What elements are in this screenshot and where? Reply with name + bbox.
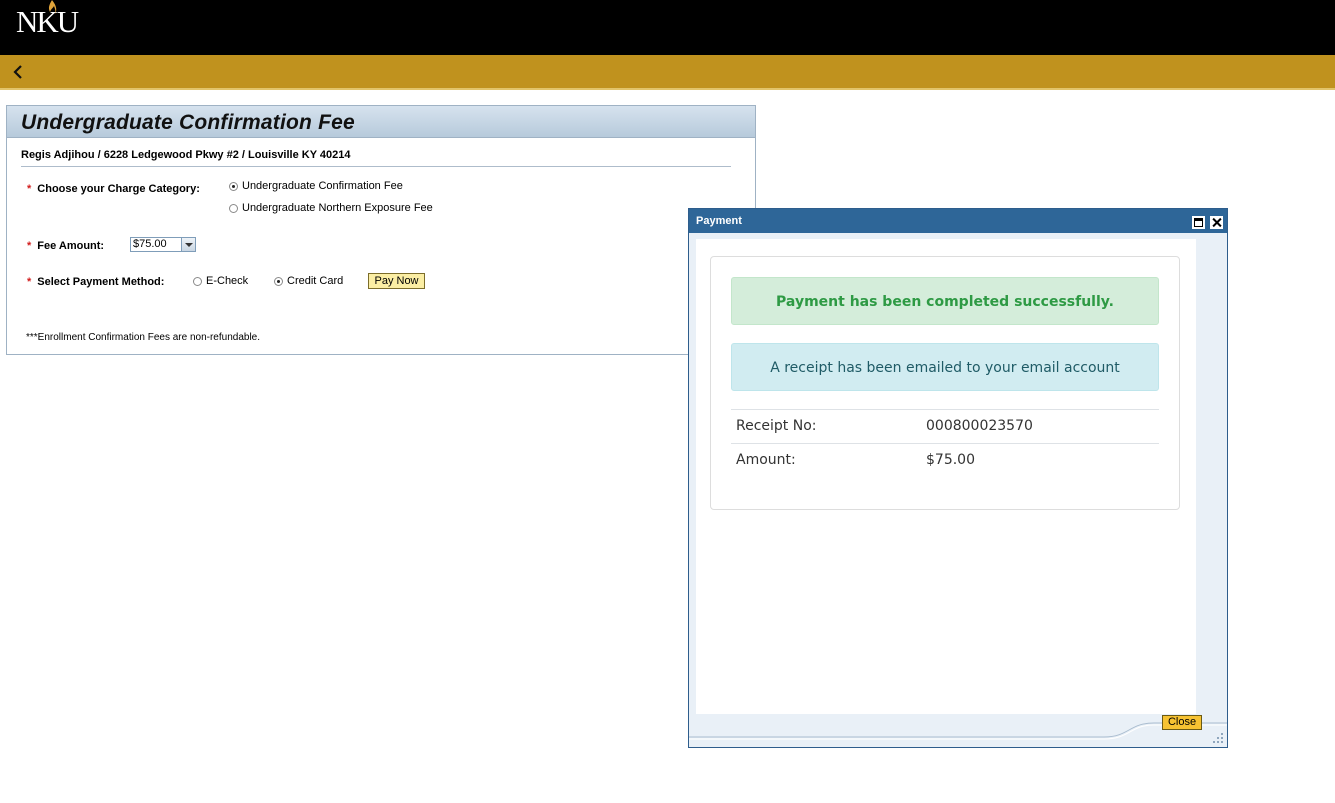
fee-panel: Undergraduate Confirmation Fee Regis Adj… xyxy=(6,105,756,355)
close-button[interactable]: Close xyxy=(1162,715,1202,730)
radio-button[interactable] xyxy=(229,181,238,191)
payment-method-label-text: Select Payment Method: xyxy=(37,276,165,288)
dialog-body: Payment has been completed successfully.… xyxy=(696,239,1196,714)
table-row: Amount: $75.00 xyxy=(731,443,1159,477)
student-address: Regis Adjihou / 6228 Ledgewood Pkwy #2 /… xyxy=(21,149,351,161)
radio-label: Undergraduate Northern Exposure Fee xyxy=(242,202,433,214)
radio-credit-card[interactable]: Credit Card xyxy=(274,275,343,287)
radio-northern-exposure-fee[interactable]: Undergraduate Northern Exposure Fee xyxy=(229,202,433,214)
chevron-left-icon[interactable] xyxy=(10,63,28,81)
fee-amount-label-text: Fee Amount: xyxy=(37,240,105,252)
receipt-card: Payment has been completed successfully.… xyxy=(710,256,1180,510)
receipt-no-value: 000800023570 xyxy=(926,418,1033,434)
radio-confirmation-fee[interactable]: Undergraduate Confirmation Fee xyxy=(229,180,403,192)
dialog-footer xyxy=(689,722,1227,740)
close-icon[interactable] xyxy=(1210,216,1223,229)
success-alert: Payment has been completed successfully. xyxy=(731,277,1159,325)
divider xyxy=(21,166,731,167)
required-mark: * xyxy=(27,183,32,195)
radio-button[interactable] xyxy=(274,276,283,286)
payment-method-label: * Select Payment Method: xyxy=(27,276,164,288)
pay-now-button[interactable]: Pay Now xyxy=(368,273,425,289)
radio-label: E-Check xyxy=(206,275,249,287)
radio-echeck[interactable]: E-Check xyxy=(193,275,248,287)
page-title: Undergraduate Confirmation Fee xyxy=(21,111,355,134)
radio-button[interactable] xyxy=(229,203,238,213)
charge-category-label-text: Choose your Charge Category: xyxy=(37,183,200,195)
dialog-title: Payment xyxy=(696,215,742,227)
amount-label: Amount: xyxy=(736,452,796,468)
receipt-no-label: Receipt No: xyxy=(736,418,817,434)
payment-dialog: Payment Payment has been completed succe… xyxy=(688,208,1228,748)
receipt-table: Receipt No: 000800023570 Amount: $75.00 xyxy=(731,409,1159,477)
radio-label: Undergraduate Confirmation Fee xyxy=(242,180,403,192)
top-bar: NKU xyxy=(0,0,1335,55)
required-mark: * xyxy=(27,240,32,252)
flame-icon xyxy=(48,0,57,14)
fee-amount-value: $75.00 xyxy=(133,238,167,250)
radio-button[interactable] xyxy=(193,276,202,286)
dialog-title-bar[interactable]: Payment xyxy=(689,209,1227,233)
maximize-icon[interactable] xyxy=(1192,216,1205,229)
fee-amount-label: * Fee Amount: xyxy=(27,240,104,252)
chevron-down-icon[interactable] xyxy=(181,238,195,251)
amount-value: $75.00 xyxy=(926,452,975,468)
resize-grip-icon[interactable] xyxy=(1211,731,1225,745)
refund-note: ***Enrollment Confirmation Fees are non-… xyxy=(26,332,261,343)
table-row: Receipt No: 000800023570 xyxy=(731,409,1159,443)
receipt-info-alert: A receipt has been emailed to your email… xyxy=(731,343,1159,391)
fee-amount-select[interactable]: $75.00 xyxy=(130,237,196,252)
nav-bar xyxy=(0,55,1335,90)
radio-label: Credit Card xyxy=(287,275,344,287)
required-mark: * xyxy=(27,276,32,288)
charge-category-label: * Choose your Charge Category: xyxy=(27,183,200,195)
